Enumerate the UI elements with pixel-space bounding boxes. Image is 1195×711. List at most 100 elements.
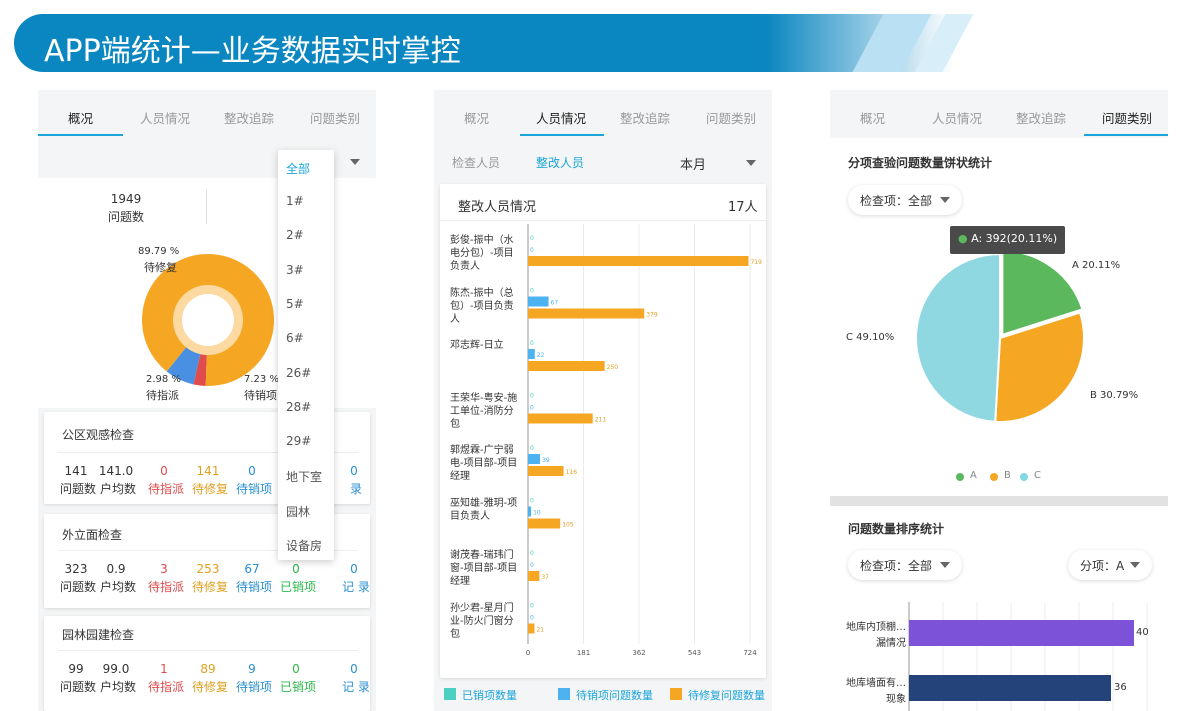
stat-label: 问题数 — [59, 482, 96, 496]
bar — [528, 454, 540, 464]
rank-value: 36 — [1114, 682, 1127, 693]
donut-label-assign-pct: 2.98 % — [146, 374, 181, 385]
tab-overview[interactable]: 概况 — [464, 108, 489, 127]
stat-value: 89 — [200, 662, 216, 676]
personnel-panel: 概况 人员情况 整改追踪 问题类别 检查人员 整改人员 本月 整改人员情况 17… — [434, 90, 772, 711]
rank-label: 漏情况 — [876, 638, 906, 649]
pie-tooltip: ● A: 392(20.11%) — [950, 226, 1066, 254]
stat-value: 253 — [196, 562, 220, 576]
stat-label: 录 — [349, 482, 362, 496]
dropdown-option[interactable]: 设备房 — [286, 537, 322, 554]
bar-value-label: 250 — [607, 364, 619, 371]
dropdown-option[interactable]: 29# — [286, 434, 311, 448]
subtab-inspectors[interactable]: 检查人员 — [452, 154, 500, 171]
building-dropdown-menu[interactable]: 全部 1# 2# 3# 5# 6# 26# 28# 29# 地下室 园林 设备房 — [278, 150, 334, 560]
bar — [528, 361, 605, 371]
tab-overview[interactable]: 概况 — [860, 108, 885, 127]
issue-count-label: 问题数 — [107, 210, 144, 224]
bar-value-label: 0 — [530, 247, 534, 254]
dropdown-option[interactable]: 2# — [286, 228, 304, 242]
rank-label: 现象 — [886, 694, 906, 705]
bar-value-label: 211 — [595, 417, 607, 424]
tab-category[interactable]: 问题类别 — [310, 108, 360, 127]
divider — [440, 220, 766, 221]
bar — [528, 623, 535, 634]
stat-value: 0 — [350, 464, 358, 478]
dropdown-option[interactable]: 1# — [286, 194, 304, 208]
bar-value-label: 21 — [536, 627, 544, 634]
bar-value-label: 0 — [530, 405, 534, 412]
section-divider — [830, 496, 1168, 506]
tooltip-text: A: 392(20.11%) — [971, 232, 1058, 245]
person-label: 王荣华-粤安-施 工单位-消防分包 — [450, 392, 518, 430]
dropdown-option[interactable]: 26# — [286, 366, 311, 380]
tab-overview[interactable]: 概况 — [68, 108, 93, 127]
pie-slice[interactable] — [915, 252, 1001, 423]
stat-label: 待修复 — [191, 482, 228, 496]
dropdown-option[interactable]: 6# — [286, 331, 304, 345]
bar-value-label: 22 — [537, 352, 545, 359]
card-title: 外立面检查 — [62, 528, 123, 542]
legend-swatch — [558, 688, 570, 700]
stat-value: 0 — [350, 562, 358, 576]
chevron-down-icon[interactable] — [746, 160, 756, 166]
dropdown-option[interactable]: 5# — [286, 297, 304, 311]
tab-tracking[interactable]: 整改追踪 — [620, 108, 670, 127]
bar — [528, 256, 749, 266]
stat-value: 9 — [248, 662, 256, 676]
tab-personnel[interactable]: 人员情况 — [536, 108, 586, 127]
tab-personnel[interactable]: 人员情况 — [932, 108, 982, 127]
dropdown-option[interactable]: 园林 — [286, 503, 310, 520]
person-label: 巫知雄-雅玥-项 目负责人 — [450, 497, 518, 522]
legend-dot-c — [1020, 473, 1028, 481]
tab-personnel[interactable]: 人员情况 — [140, 108, 190, 127]
person-label: 邓志辉-日立 — [450, 340, 504, 351]
dropdown-option[interactable]: 地下室 — [286, 468, 322, 485]
donut-hole — [182, 294, 234, 346]
bar-value-label: 0 — [530, 550, 534, 557]
period-select[interactable]: 本月 — [680, 154, 706, 173]
stat-value: 0 — [248, 464, 256, 478]
stat-value: 0 — [292, 562, 300, 576]
donut-label-assign: 待指派 — [146, 389, 179, 402]
subtab-rectifiers[interactable]: 整改人员 — [536, 154, 584, 171]
bar — [528, 506, 532, 517]
chevron-down-icon[interactable] — [350, 159, 360, 165]
category-panel: 概况 人员情况 整改追踪 问题类别 分项查验问题数量饼状统计 检查项：全部 ● … — [830, 90, 1168, 711]
bar-value-label: 0 — [530, 288, 534, 295]
legend-label: 已销项数量 — [462, 689, 517, 702]
donut-label-close: 待销项 — [244, 389, 277, 402]
legend-label: 待销项问题数量 — [576, 689, 653, 702]
person-label: 郭煜霖-广宁弱 电-项目部-项目 经理 — [450, 445, 518, 482]
bar-value-label: 67 — [551, 300, 559, 307]
stat-label: 待销项 — [235, 580, 272, 594]
rank-bar — [909, 620, 1134, 646]
bar-value-label: 0 — [530, 498, 534, 505]
dropdown-option[interactable]: 28# — [286, 400, 311, 414]
filter-label: 检查项：全部 — [860, 559, 933, 573]
tab-category[interactable]: 问题类别 — [706, 108, 756, 127]
page-title: APP端统计—业务数据实时掌控 — [44, 34, 461, 69]
stat-value: 141 — [196, 464, 220, 478]
pie-label-c: C 49.10% — [846, 332, 895, 343]
x-tick-label: 362 — [632, 649, 645, 657]
x-tick-label: 543 — [688, 649, 701, 657]
person-label: 彭俊-振中（水 电分包）-项目 负责人 — [450, 235, 514, 272]
rank-bar — [909, 675, 1111, 701]
person-label: 孙少君-星月门 业-防火门窗分包 — [450, 602, 514, 640]
bar-value-label: 0 — [530, 393, 534, 400]
tab-tracking[interactable]: 整改追踪 — [1016, 108, 1066, 127]
stat-label: 户均数 — [99, 482, 136, 496]
pie-label-a: A 20.11% — [1072, 260, 1121, 271]
tab-category[interactable]: 问题类别 — [1102, 108, 1152, 127]
bar-value-label: 39 — [542, 457, 550, 464]
stat-value: 141 — [64, 464, 88, 478]
tab-tracking[interactable]: 整改追踪 — [224, 108, 274, 127]
filter-label: 检查项：全部 — [860, 194, 933, 208]
dropdown-option[interactable]: 3# — [286, 263, 304, 277]
dropdown-option[interactable]: 全部 — [286, 160, 310, 177]
stat-value: 67 — [244, 562, 260, 576]
rank-label: 地库墙面有… — [846, 678, 906, 689]
category-card[interactable]: 园林园建检查 99 问题数 99.0 户均数 1 待指派 89 待修复 9 待销项 0 已销项 0 记 录 — [44, 616, 370, 711]
bar — [528, 296, 549, 307]
